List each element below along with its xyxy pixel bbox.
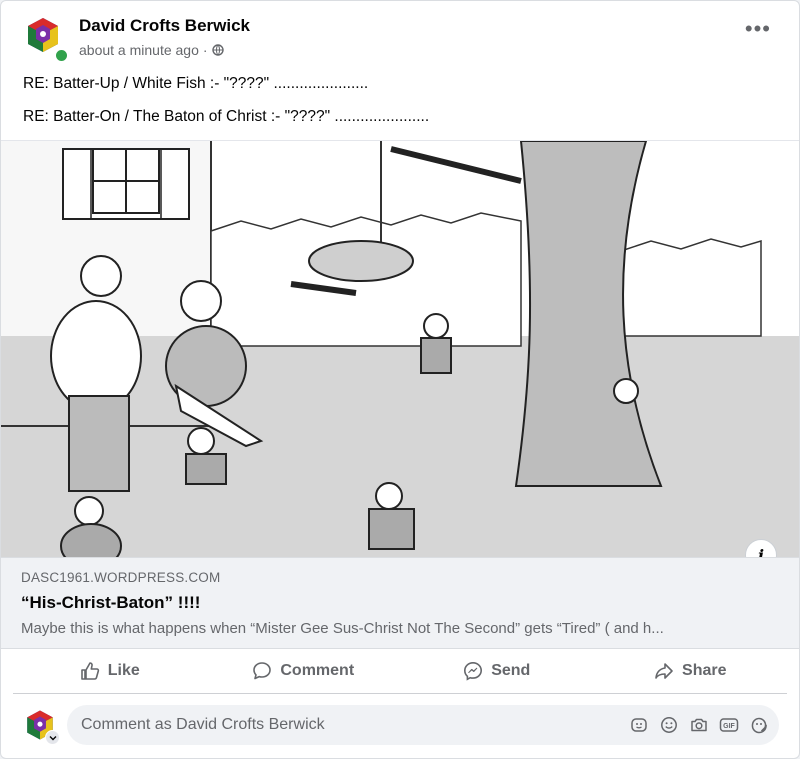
author-name[interactable]: David Crofts Berwick [79, 16, 250, 36]
sticker-icon[interactable] [749, 715, 769, 735]
post-image[interactable]: i [1, 140, 799, 558]
comment-placeholder: Comment as David Crofts Berwick [81, 716, 325, 733]
comment-button[interactable]: Comment [207, 649, 401, 693]
pinata-drawing [308, 240, 414, 282]
thumbs-up-icon [80, 662, 99, 680]
globe-icon[interactable] [211, 44, 224, 56]
emoji-icon[interactable] [659, 715, 679, 735]
meta-separator: · [202, 42, 208, 58]
post-line-1: RE: Batter-Up / White Fish :- "????" ...… [23, 75, 369, 92]
comment-input[interactable]: Comment as David Crofts Berwick GIF [67, 705, 779, 745]
comment-label: Comment [280, 662, 355, 679]
link-description: Maybe this is what happens when “Mister … [21, 620, 664, 637]
post-time[interactable]: about a minute ago [79, 42, 199, 58]
link-preview[interactable]: DASC1961.WORDPRESS.COM “His-Christ-Baton… [1, 557, 799, 649]
post-header: David Crofts Berwick about a minute ago … [1, 1, 799, 65]
link-domain: DASC1961.WORDPRESS.COM [21, 570, 221, 585]
comment-tools: GIF [629, 715, 769, 735]
post-line-2: RE: Batter-On / The Baton of Christ :- "… [23, 108, 430, 125]
messenger-icon [464, 661, 483, 681]
post-text: RE: Batter-Up / White Fish :- "????" ...… [23, 74, 779, 140]
share-label: Share [682, 662, 727, 679]
like-label: Like [107, 662, 140, 679]
post-card: David Crofts Berwick about a minute ago … [0, 0, 800, 759]
speech-bubble-icon [253, 662, 272, 680]
chevron-down-icon[interactable] [45, 730, 60, 745]
action-bar: Like Comment Send Share [13, 649, 787, 694]
comment-composer: Comment as David Crofts Berwick GIF [21, 703, 779, 747]
like-button[interactable]: Like [13, 649, 207, 693]
share-button[interactable]: Share [594, 649, 788, 693]
post-meta: about a minute ago · [79, 42, 224, 58]
avatar-sticker-icon[interactable] [629, 715, 649, 735]
cartoon-illustration [1, 141, 799, 558]
window-drawing [62, 148, 190, 220]
send-button[interactable]: Send [400, 649, 594, 693]
share-arrow-icon [655, 663, 673, 679]
send-label: Send [491, 662, 531, 679]
online-status-dot [54, 48, 69, 63]
gif-label: GIF [723, 723, 735, 730]
gif-icon[interactable]: GIF [719, 715, 739, 735]
camera-icon[interactable] [689, 715, 709, 735]
more-options-button[interactable]: ••• [745, 18, 771, 40]
link-title[interactable]: “His-Christ-Baton” !!!! [21, 593, 200, 613]
